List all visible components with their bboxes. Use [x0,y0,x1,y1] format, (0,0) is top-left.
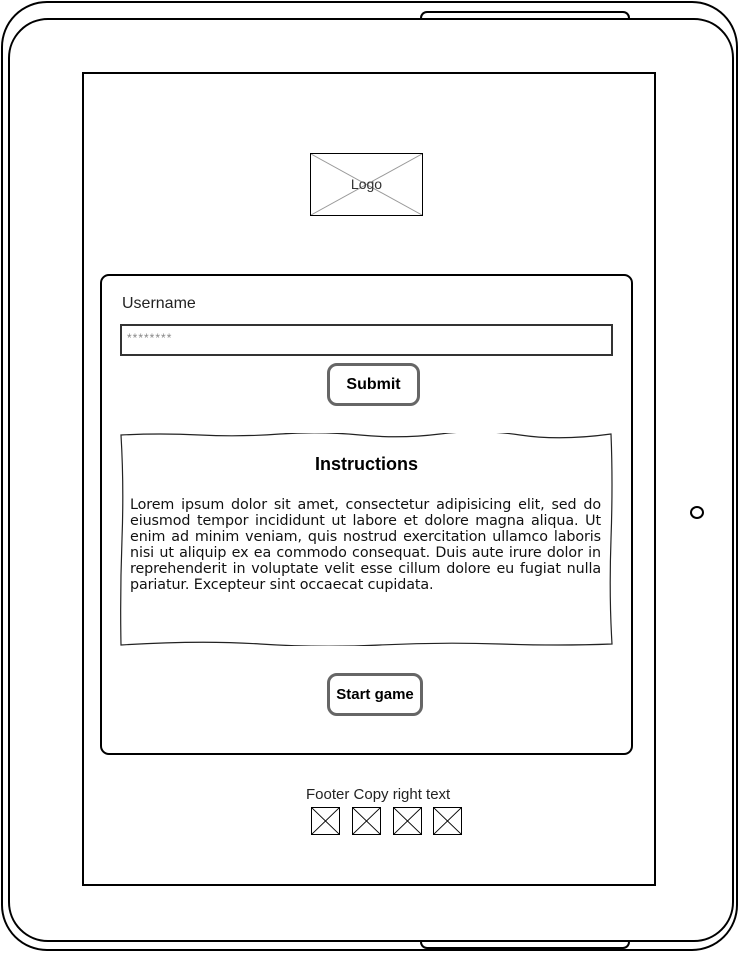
footer-icon-2[interactable] [352,807,381,835]
image-placeholder-icon [353,808,380,834]
image-placeholder-icon [394,808,421,834]
start-game-button[interactable]: Start game [327,673,423,716]
submit-button[interactable]: Submit [327,363,420,406]
instructions-body: Lorem ipsum dolor sit amet, consectetur … [130,497,601,593]
username-label: Username [122,295,196,312]
footer-text: Footer Copy right text [306,786,451,803]
image-placeholder-icon [434,808,461,834]
image-placeholder-icon [312,808,339,834]
footer-icon-1[interactable] [311,807,340,835]
logo: Logo [310,153,423,216]
home-button[interactable] [690,506,704,519]
instructions-panel: Instructions Lorem ipsum dolor sit amet,… [120,433,613,646]
username-input[interactable]: ******** [120,324,613,356]
username-input-value: ******** [127,331,173,345]
instructions-title: Instructions [314,454,418,474]
logo-label: Logo [350,176,383,192]
footer-icon-3[interactable] [393,807,422,835]
footer-icon-4[interactable] [433,807,462,835]
